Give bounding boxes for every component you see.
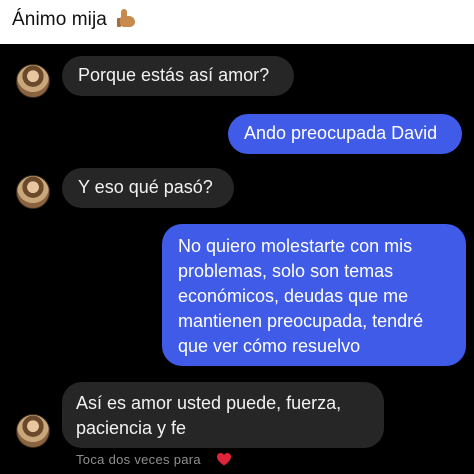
message-sent[interactable]: No quiero molestarte con mis problemas, … xyxy=(162,224,466,366)
double-tap-hint: Toca dos veces para xyxy=(76,452,201,467)
avatar[interactable] xyxy=(16,175,50,209)
message-received[interactable]: Y eso qué pasó? xyxy=(62,168,234,208)
chat-thread: Porque estás así amor? Ando preocupada D… xyxy=(0,44,474,474)
thumbs-up-icon xyxy=(117,8,137,28)
message-received[interactable]: Porque estás así amor? xyxy=(62,56,294,96)
message-received[interactable]: Así es amor usted puede, fuerza, pacienc… xyxy=(62,382,384,448)
message-sent[interactable]: Ando preocupada David xyxy=(228,114,462,154)
heart-icon[interactable] xyxy=(216,451,232,467)
avatar[interactable] xyxy=(16,64,50,98)
caption-bar: Ánimo mija xyxy=(0,0,474,44)
avatar[interactable] xyxy=(16,414,50,448)
caption-text: Ánimo mija xyxy=(12,9,107,30)
